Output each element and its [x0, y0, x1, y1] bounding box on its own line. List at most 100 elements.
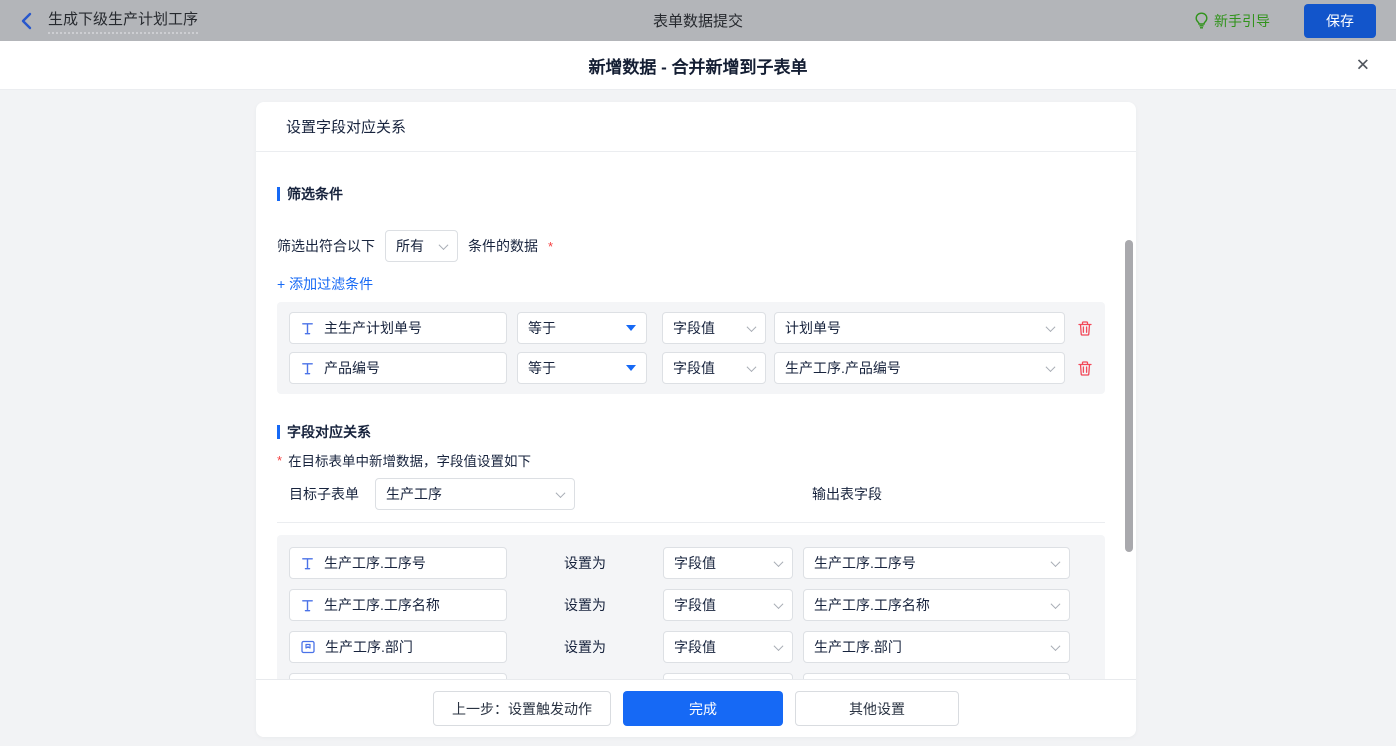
value-select[interactable]: 生产工序.产品编号 [774, 352, 1065, 384]
chevron-left-icon [20, 12, 34, 30]
operator-select[interactable]: 等于 [517, 352, 647, 384]
operator-value: 等于 [528, 318, 556, 338]
value-type-select[interactable]: 字段值 [663, 589, 793, 621]
mapping-hint-text: 在目标表单中新增数据，字段值设置如下 [288, 450, 531, 470]
flow-title[interactable]: 生成下级生产计划工序 [48, 8, 198, 34]
chevron-down-icon [774, 641, 784, 651]
mapping-section-title: 字段对应关系 [277, 422, 1105, 442]
close-icon[interactable]: ✕ [1356, 57, 1370, 74]
chevron-down-icon [1051, 557, 1061, 567]
chevron-down-icon [774, 599, 784, 609]
mapping-field-label: 生产工序.部门 [325, 637, 413, 657]
beginner-guide-link[interactable]: 新手引导 [1194, 11, 1270, 31]
value-label: 生产工序.工序名称 [814, 595, 930, 615]
target-subform-value: 生产工序 [386, 484, 442, 504]
chevron-down-icon [556, 488, 566, 498]
value-select[interactable]: 生产工序.工序号 [803, 547, 1070, 579]
modal-header: 新增数据 - 合并新增到子表单 ✕ [0, 41, 1396, 90]
back-button[interactable] [20, 12, 34, 30]
required-mark: * [548, 239, 553, 254]
caret-down-icon [626, 325, 636, 331]
target-subform-select[interactable]: 生产工序 [375, 478, 575, 510]
filter-row: 主生产计划单号 等于 字段值 计划单号 [289, 312, 1093, 344]
finish-button[interactable]: 完成 [623, 691, 783, 726]
mapping-field-select[interactable]: 生产工序.工序号 [289, 547, 507, 579]
mapping-field-select[interactable]: 生产工序.工序名称 [289, 589, 507, 621]
filter-field-label: 产品编号 [324, 358, 380, 378]
required-mark: * [277, 453, 282, 468]
sentence-prefix: 筛选出符合以下 [277, 236, 375, 256]
sentence-suffix: 条件的数据 [468, 236, 538, 256]
set-as-label: 设置为 [507, 637, 663, 657]
value-label: 生产工序.部门 [814, 637, 902, 657]
trash-icon [1077, 360, 1093, 377]
chevron-down-icon [774, 557, 784, 567]
operator-select[interactable]: 等于 [517, 312, 647, 344]
previous-step-button[interactable]: 上一步：设置触发动作 [433, 691, 611, 726]
value-type-label: 字段值 [674, 637, 716, 657]
department-icon [300, 639, 316, 655]
top-bar: 生成下级生产计划工序 表单数据提交 新手引导 保存 [0, 0, 1396, 41]
filter-section-title: 筛选条件 [277, 184, 1105, 204]
set-as-label: 设置为 [507, 553, 663, 573]
filter-field-label: 主生产计划单号 [324, 318, 422, 338]
add-filter-condition-link[interactable]: + 添加过滤条件 [277, 274, 373, 294]
value-type-select[interactable]: 字段值 [663, 547, 793, 579]
chevron-down-icon [1046, 322, 1056, 332]
chevron-down-icon [439, 240, 449, 250]
delete-condition-button[interactable] [1077, 320, 1093, 337]
text-field-icon [300, 598, 315, 613]
filter-field-select[interactable]: 主生产计划单号 [289, 312, 507, 344]
output-fields-label: 输出表字段 [812, 484, 882, 504]
filter-section-label: 筛选条件 [287, 184, 343, 204]
operator-value: 等于 [528, 358, 556, 378]
mapping-row: 生产工序.工序名称 设置为 字段值 生产工序.工序名称 [289, 589, 1093, 621]
value-select[interactable]: 生产工序.工序名称 [803, 589, 1070, 621]
value-type-label: 字段值 [674, 553, 716, 573]
other-settings-button[interactable]: 其他设置 [795, 691, 959, 726]
value-select[interactable]: 计划单号 [774, 312, 1065, 344]
trash-icon [1077, 320, 1093, 337]
section-accent-bar [277, 425, 280, 439]
mapping-field-select[interactable]: 生产工序.部门 [289, 631, 507, 663]
value-label: 生产工序.产品编号 [785, 358, 901, 378]
card-title: 设置字段对应关系 [256, 102, 1136, 152]
modal-body: 设置字段对应关系 筛选条件 筛选出符合以下 所有 条件的数据 * + 添加过滤条… [0, 90, 1396, 746]
value-type-select[interactable]: 字段值 [662, 352, 766, 384]
filter-sentence: 筛选出符合以下 所有 条件的数据 * [277, 230, 1105, 262]
modal-title: 新增数据 - 合并新增到子表单 [588, 53, 807, 78]
text-field-icon [300, 361, 315, 376]
text-field-icon [300, 321, 315, 336]
section-accent-bar [277, 187, 280, 201]
mapping-section-label: 字段对应关系 [287, 422, 371, 442]
filter-row: 产品编号 等于 字段值 生产工序.产品编号 [289, 352, 1093, 384]
mapping-field-label: 生产工序.工序名称 [324, 595, 440, 615]
value-type-label: 字段值 [673, 318, 715, 338]
chevron-down-icon [1046, 362, 1056, 372]
value-type-select[interactable]: 字段值 [663, 631, 793, 663]
text-field-icon [300, 556, 315, 571]
filter-rows-panel: 主生产计划单号 等于 字段值 计划单号 [277, 302, 1105, 394]
match-mode-select[interactable]: 所有 [385, 230, 458, 262]
value-type-select[interactable]: 字段值 [662, 312, 766, 344]
value-type-label: 字段值 [673, 358, 715, 378]
chevron-down-icon [747, 322, 757, 332]
caret-down-icon [626, 365, 636, 371]
value-select[interactable]: 生产工序.部门 [803, 631, 1070, 663]
page-title: 表单数据提交 [0, 10, 1396, 31]
chevron-down-icon [1051, 641, 1061, 651]
scrollbar-thumb[interactable] [1125, 240, 1133, 552]
value-label: 生产工序.工序号 [814, 553, 916, 573]
delete-condition-button[interactable] [1077, 360, 1093, 377]
chevron-down-icon [747, 362, 757, 372]
card-scroll-area: 筛选条件 筛选出符合以下 所有 条件的数据 * + 添加过滤条件 [256, 184, 1136, 717]
mapping-hint: * 在目标表单中新增数据，字段值设置如下 [277, 450, 1105, 470]
mapping-field-label: 生产工序.工序号 [324, 553, 426, 573]
lightbulb-icon [1194, 12, 1209, 29]
target-subform-label: 目标子表单 [289, 484, 359, 504]
chevron-down-icon [1051, 599, 1061, 609]
set-as-label: 设置为 [507, 595, 663, 615]
filter-field-select[interactable]: 产品编号 [289, 352, 507, 384]
guide-label: 新手引导 [1214, 11, 1270, 31]
save-button[interactable]: 保存 [1304, 4, 1376, 38]
